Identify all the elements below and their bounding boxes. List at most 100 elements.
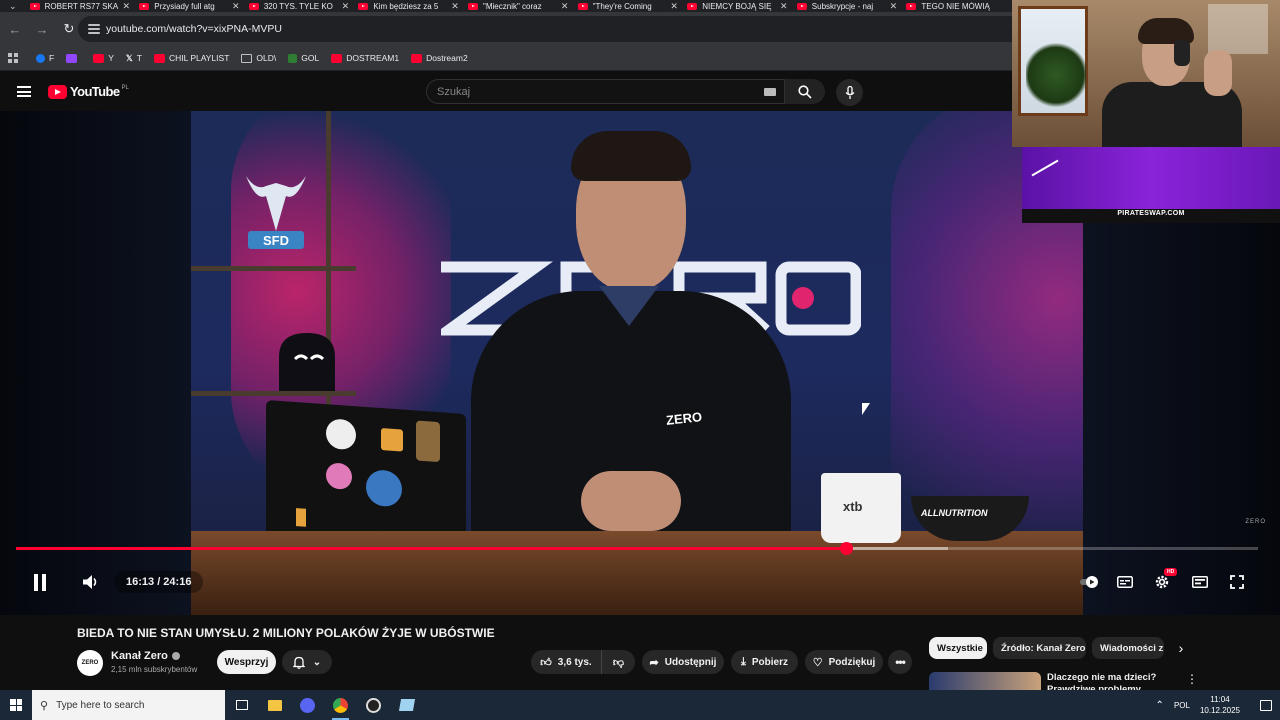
scrubber-handle[interactable]	[839, 542, 853, 555]
autoplay-toggle[interactable]	[1080, 571, 1102, 593]
share-arrow-icon: ➦	[649, 656, 659, 669]
app-button[interactable]	[390, 690, 423, 720]
close-tab-icon[interactable]: ✕	[779, 1, 789, 12]
browser-tab[interactable]: Subskrypcje - naj ✕	[793, 0, 903, 12]
bookmark-item[interactable]	[66, 53, 81, 63]
share-label: Udostępnij	[664, 656, 717, 668]
bowl-brand: ALLNUTRITION	[921, 508, 988, 518]
bookmark-item[interactable]: CHIL PLAYLIST	[153, 53, 229, 63]
download-button[interactable]: ⤓ Pobierz	[731, 650, 798, 674]
mouse-cursor-icon	[862, 403, 870, 415]
like-button[interactable]: 👍︎ 3,6 tys.	[531, 650, 601, 674]
discord-button[interactable]	[291, 690, 324, 720]
chip-source-channel[interactable]: Źródło: Kanał Zero	[993, 637, 1086, 659]
browser-tab[interactable]: TEGO NIE MÓWIĄ	[902, 0, 1012, 12]
browser-tab[interactable]: ROBERT RS77 SKA ✕	[26, 0, 136, 12]
tab-search-chevron-icon[interactable]: ⌄	[0, 0, 26, 12]
chip-all[interactable]: Wszystkie	[929, 637, 987, 659]
fullscreen-icon	[1230, 575, 1244, 589]
browser-tab[interactable]: "Miecznik" coraz ✕	[464, 0, 574, 12]
close-tab-icon[interactable]: ✕	[560, 1, 570, 12]
search-input[interactable]: Szukaj	[426, 79, 785, 104]
chrome-button[interactable]	[324, 690, 357, 720]
bookmark-item[interactable]: Y	[93, 53, 114, 63]
browser-tab-bar: ⌄ ROBERT RS77 SKA ✕ Przysiady full atg ✕ 3…	[0, 0, 1012, 12]
chip-news[interactable]: Wiadomości z	[1092, 637, 1164, 659]
bookmark-item[interactable]: 𝕏T	[126, 53, 142, 64]
miniplayer-button[interactable]	[1189, 571, 1211, 593]
tab-title: Kim będziesz za 5	[373, 1, 439, 11]
recommended-title[interactable]: Dlaczego nie ma dzieci? Prawdziwe proble…	[1047, 672, 1177, 690]
dislike-button[interactable]: 👎︎	[601, 650, 635, 674]
channel-name[interactable]: Kanał Zero	[111, 650, 180, 662]
apps-grid-icon[interactable]	[8, 53, 18, 63]
keyboard-icon[interactable]	[764, 88, 776, 96]
site-info-icon[interactable]	[88, 24, 100, 34]
desk	[191, 531, 1083, 615]
chevron-up-icon[interactable]: ⌃	[1156, 700, 1164, 711]
mug-brand: xtb	[843, 499, 863, 514]
volume-icon	[83, 575, 97, 589]
bookmark-item[interactable]: GOL	[288, 53, 319, 63]
channel-watermark[interactable]: ZERO	[1245, 519, 1266, 525]
recommended-thumbnail[interactable]	[929, 672, 1041, 690]
back-arrow-icon[interactable]: ←	[3, 17, 27, 41]
bookmark-item[interactable]: F	[36, 53, 54, 63]
clock-date: 10.12.2025	[1199, 706, 1240, 715]
close-tab-icon[interactable]: ✕	[450, 1, 460, 12]
pause-icon	[34, 573, 46, 591]
browser-tab[interactable]: Kim będziesz za 5 ✕	[354, 0, 464, 12]
bell-icon	[292, 656, 305, 669]
voice-search-button[interactable]	[836, 79, 863, 106]
youtube-favicon-icon	[139, 2, 150, 10]
task-view-button[interactable]	[225, 690, 258, 720]
file-explorer-button[interactable]	[258, 690, 291, 720]
language-indicator[interactable]: POL	[1174, 701, 1190, 710]
menu-hamburger-icon[interactable]	[17, 86, 31, 97]
close-tab-icon[interactable]: ✕	[340, 1, 350, 12]
tab-title: ROBERT RS77 SKA	[44, 1, 119, 11]
clock[interactable]: 11:04 10.12.2025	[1200, 694, 1240, 716]
browser-tab[interactable]: 320 TYS. TYLE KO ✕	[245, 0, 355, 12]
share-button[interactable]: ➦ Udostępnij	[642, 650, 724, 674]
presenter: ZERO	[471, 131, 791, 541]
notification-button[interactable]: ⌄	[282, 650, 332, 674]
browser-tab[interactable]: NIEMCY BOJĄ SIĘ ✕	[683, 0, 793, 12]
start-button[interactable]	[0, 690, 32, 720]
browser-tab[interactable]: "They're Coming ✕	[574, 0, 684, 12]
more-vertical-icon[interactable]: ⋮	[1186, 672, 1198, 686]
taskbar-search-input[interactable]: ⚲ Type here to search	[32, 690, 225, 720]
browser-tab[interactable]: Przysiady full atg ✕	[135, 0, 245, 12]
fullscreen-button[interactable]	[1226, 571, 1248, 593]
gol-icon	[288, 53, 298, 63]
support-button[interactable]: Wesprzyj	[217, 650, 276, 674]
subtitles-button[interactable]	[1114, 571, 1136, 593]
chevron-down-icon: ⌄	[312, 656, 322, 668]
close-tab-icon[interactable]: ✕	[669, 1, 679, 12]
obs-button[interactable]	[357, 690, 390, 720]
verified-icon	[171, 652, 180, 660]
more-actions-button[interactable]: •••	[888, 650, 912, 674]
notification-center-icon[interactable]	[1260, 699, 1272, 711]
close-tab-icon[interactable]: ✕	[888, 1, 898, 12]
close-tab-icon[interactable]: ✕	[231, 1, 241, 12]
chevron-right-icon[interactable]: ›	[1172, 640, 1190, 658]
pause-button[interactable]	[28, 571, 52, 593]
bookmark-item[interactable]: DOSTREAM1	[331, 53, 399, 63]
bookmark-folder[interactable]: OLD\	[241, 53, 276, 63]
youtube-favicon-icon	[248, 2, 259, 10]
youtube-logo[interactable]: YouTube PL	[48, 84, 129, 99]
gear-icon	[1155, 575, 1169, 589]
bookmark-item[interactable]: Dostream2	[411, 53, 468, 63]
microphone-icon	[845, 85, 854, 99]
channel-avatar[interactable]: ZERO	[77, 650, 103, 676]
search-button[interactable]	[785, 79, 825, 104]
volume-button[interactable]	[80, 571, 102, 593]
address-bar[interactable]: youtube.com/watch?v=xixPNA-MVPU	[78, 16, 1012, 42]
progress-bar[interactable]	[16, 542, 1258, 555]
thanks-button[interactable]: ♡ Podziękuj	[805, 650, 883, 674]
close-tab-icon[interactable]: ✕	[121, 1, 131, 12]
forward-arrow-icon[interactable]: →	[30, 17, 54, 41]
youtube-icon	[331, 53, 343, 63]
bookmark-label: T	[136, 53, 142, 63]
